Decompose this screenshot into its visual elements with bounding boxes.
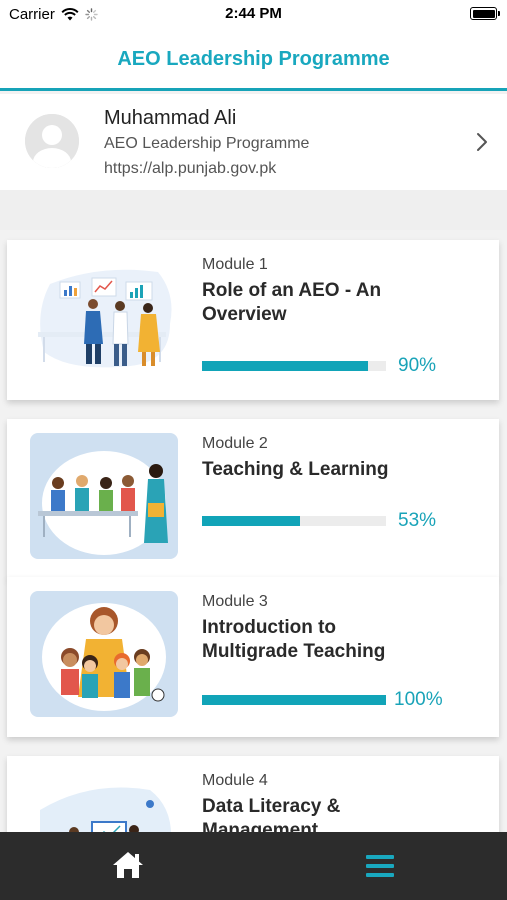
profile-programme: AEO Leadership Programme (104, 135, 310, 152)
home-icon[interactable] (111, 850, 145, 880)
progress-percent: 100% (394, 689, 443, 710)
module-title-line: Data Literacy & (202, 796, 341, 817)
progress-fill (202, 361, 368, 371)
chevron-right-icon[interactable] (475, 132, 489, 152)
progress-percent: 53% (398, 510, 437, 531)
module-2-illustration (30, 433, 178, 559)
module-3-illustration (30, 591, 178, 717)
module-card-2[interactable]: Module 2 Teaching & Learning 53% (7, 419, 499, 579)
avatar (25, 114, 79, 168)
section-spacer (0, 190, 507, 230)
module-title: Role of an AEO - An Overview (202, 279, 482, 327)
status-bar: Carrier 2:44 PM (0, 0, 507, 28)
module-1-illustration (30, 254, 178, 380)
status-time: 2:44 PM (225, 5, 282, 22)
module-label: Module 2 (202, 435, 268, 452)
progress-bar (202, 516, 386, 526)
module-label: Module 3 (202, 593, 268, 610)
profile-row[interactable]: Muhammad Ali AEO Leadership Programme ht… (0, 94, 507, 190)
module-card-1[interactable]: Module 1 Role of an AEO - An Overview 90… (7, 240, 499, 400)
module-title-line: Teaching & Learning (202, 459, 389, 480)
user-placeholder-icon (25, 114, 79, 168)
progress-percent: 90% (398, 355, 437, 376)
module-title-line: Multigrade Teaching (202, 641, 386, 662)
module-label: Module 1 (202, 256, 268, 273)
module-title-line: Role of an AEO - An (202, 280, 382, 301)
module-title: Teaching & Learning (202, 458, 482, 482)
battery-icon (470, 7, 500, 20)
module-title: Introduction to Multigrade Teaching (202, 616, 482, 664)
module-title-line: Overview (202, 304, 287, 325)
progress-fill (202, 516, 300, 526)
module-card-3[interactable]: Module 3 Introduction to Multigrade Teac… (7, 577, 499, 737)
bottom-tab-bar (0, 832, 507, 900)
profile-name: Muhammad Ali (104, 107, 237, 129)
profile-url: https://alp.punjab.gov.pk (104, 160, 277, 177)
page-title: AEO Leadership Programme (117, 48, 390, 70)
module-title-line: Introduction to (202, 617, 337, 638)
module-label: Module 4 (202, 772, 268, 789)
nav-bar: AEO Leadership Programme (0, 28, 507, 91)
menu-icon[interactable] (363, 852, 397, 880)
progress-bar (202, 361, 386, 371)
progress-bar (202, 695, 386, 705)
progress-fill (202, 695, 386, 705)
